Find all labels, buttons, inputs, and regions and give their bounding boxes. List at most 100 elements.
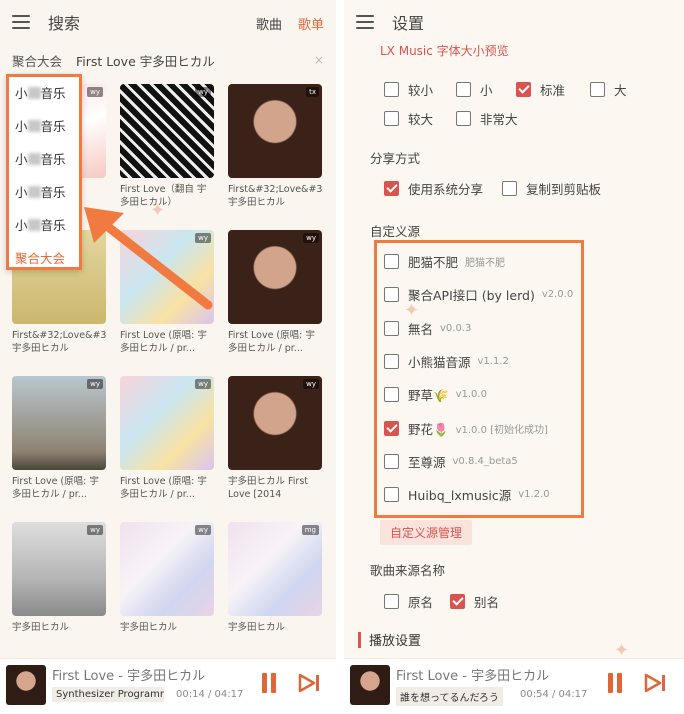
source-version: 肥猫不肥 — [465, 258, 506, 269]
playlist-cover[interactable]: wy — [120, 376, 214, 470]
playlist-title: First Love (原唱: 宇多田ヒカル / pr... — [228, 330, 315, 354]
clear-icon[interactable]: × — [314, 53, 324, 67]
manage-sources-button[interactable]: 自定义源管理 — [380, 520, 473, 545]
checkbox[interactable] — [384, 111, 399, 126]
next-track-icon[interactable] — [298, 673, 322, 693]
checkbox[interactable] — [384, 353, 399, 369]
checkbox[interactable] — [384, 594, 399, 609]
checkbox[interactable] — [384, 254, 399, 269]
checkbox[interactable] — [384, 387, 399, 403]
playlist-cover[interactable]: mg — [228, 522, 322, 616]
custom-source-item[interactable]: 小熊猫音源 v1.1.2 — [384, 352, 509, 371]
album-art[interactable] — [350, 665, 390, 705]
checkbox[interactable] — [590, 82, 605, 97]
custom-source-item[interactable]: 野草🌾 v1.0.0 — [384, 385, 487, 404]
playlist-cover[interactable]: tx — [228, 84, 322, 178]
playlist-card[interactable]: wy First Love (原唱: 宇多田ヒカル / pr... — [120, 376, 214, 502]
checkbox-checked[interactable] — [384, 181, 399, 196]
playlist-card[interactable]: tx First&#32;Love&#32;宇多田ヒカル — [228, 84, 322, 210]
source-version: v0.8.4_beta5 — [452, 455, 518, 467]
font-size-option[interactable]: 大 — [590, 80, 627, 99]
checkbox[interactable] — [384, 287, 399, 303]
playlist-card[interactable]: wy First Love (原唱: 宇多田ヒカル / pr... — [228, 230, 322, 356]
source-name-option[interactable]: 别名 — [450, 592, 499, 611]
source-option-suffix: 音乐 — [40, 185, 66, 200]
custom-source-item[interactable]: 至尊源 v0.8.4_beta5 — [384, 452, 518, 471]
custom-source-item[interactable]: 聚合API接口 (by lerd) v2.0.0 — [384, 285, 573, 304]
source-option[interactable]: 聚合大会 — [9, 242, 79, 275]
playlist-title: 宇多田ヒカル — [228, 622, 286, 633]
playback-time: 00:14 / 04:17 — [176, 689, 244, 700]
checkbox[interactable] — [384, 82, 399, 97]
source-version: v1.0.0 — [455, 389, 487, 401]
custom-source-item[interactable]: 野花🌷 v1.0.0 [初始化成功] — [384, 419, 548, 438]
font-size-option[interactable]: 小 — [456, 80, 493, 99]
playlist-cover[interactable]: wy — [12, 376, 106, 470]
source-option-suffix: 音乐 — [40, 119, 66, 134]
menu-icon[interactable] — [12, 15, 30, 29]
checkbox-checked[interactable] — [516, 82, 531, 97]
playlist-cover[interactable]: wy — [120, 84, 214, 178]
checkbox[interactable] — [384, 453, 399, 469]
checkbox[interactable] — [456, 111, 471, 126]
source-option-suffix: 音乐 — [40, 152, 66, 167]
playlist-card[interactable]: wy First Love (原唱: 宇多田ヒカル / pr... — [12, 376, 106, 502]
redacted-mark — [27, 186, 41, 198]
checkbox[interactable] — [384, 320, 399, 336]
tab-playlists[interactable]: 歌单 — [298, 14, 324, 33]
playlist-card[interactable]: wy 宇多田ヒカル — [120, 522, 214, 648]
player-bar[interactable]: First Love - 宇多田ヒカル 誰を想ってるんだろう 00:54 / 0… — [344, 658, 684, 714]
player-bar[interactable]: First Love - 宇多田ヒカル Synthesizer Programm… — [0, 658, 336, 714]
pause-button[interactable] — [260, 673, 278, 693]
source-option[interactable]: 小音乐 — [9, 77, 79, 110]
source-selector[interactable]: 聚合大会 — [12, 51, 62, 70]
playlist-title: First Love (原唱: 宇多田ヒカル / pr... — [12, 476, 99, 500]
next-track-icon[interactable] — [644, 673, 668, 693]
now-playing-title: First Love - 宇多田ヒカル — [396, 669, 550, 684]
playlist-cover[interactable]: wy — [228, 376, 322, 470]
checkbox[interactable] — [502, 181, 517, 196]
font-size-option[interactable]: 较大 — [384, 109, 433, 128]
playlist-card[interactable]: wy First Love（翻自 宇多田ヒカル） — [120, 84, 214, 210]
checkbox[interactable] — [456, 82, 471, 97]
checkbox[interactable] — [384, 487, 399, 503]
playlist-card[interactable]: mg 宇多田ヒカル — [228, 522, 322, 648]
source-badge: tx — [306, 87, 319, 97]
source-option[interactable]: 小音乐 — [9, 209, 79, 242]
playlist-card[interactable]: wy 宇多田ヒカル — [12, 522, 106, 648]
pause-button[interactable] — [606, 673, 624, 693]
source-name-option[interactable]: 原名 — [384, 592, 433, 611]
search-input[interactable]: First Love 宇多田ヒカル — [76, 51, 314, 70]
playlist-card[interactable]: wy 宇多田ヒカル First Love [2014 — [228, 376, 322, 502]
font-size-option-label: 大 — [614, 83, 627, 98]
tab-songs[interactable]: 歌曲 — [256, 14, 282, 33]
custom-source-item[interactable]: 無名 v0.0.3 — [384, 319, 471, 338]
album-art[interactable] — [6, 665, 46, 705]
source-option[interactable]: 小音乐 — [9, 143, 79, 176]
source-option[interactable]: 小音乐 — [9, 110, 79, 143]
source-badge: wy — [195, 379, 211, 389]
page-title: 搜索 — [48, 14, 81, 33]
playlist-title: First&#32;Love&#32;宇多田ヒカル — [228, 184, 322, 208]
playlist-cover[interactable]: wy — [120, 522, 214, 616]
playlist-cover[interactable]: wy — [228, 230, 322, 324]
font-size-option[interactable]: 较小 — [384, 80, 433, 99]
menu-icon[interactable] — [356, 15, 374, 29]
source-option[interactable]: 小音乐 — [9, 176, 79, 209]
checkbox-checked[interactable] — [450, 594, 465, 609]
source-badge: mg — [301, 525, 319, 535]
font-size-option[interactable]: 标准 — [516, 80, 565, 99]
source-version: v1.0.0 [初始化成功] — [455, 424, 548, 436]
custom-source-item[interactable]: Huibq_lxmusic源 v1.2.0 — [384, 485, 550, 504]
share-option[interactable]: 使用系统分享 — [384, 179, 483, 198]
font-size-option[interactable]: 非常大 — [456, 109, 518, 128]
now-playing-lyric: Synthesizer Programmi... — [52, 687, 164, 702]
source-version: v1.1.2 — [477, 355, 509, 367]
source-option-label: 聚合大会 — [15, 251, 66, 266]
checkbox-checked[interactable] — [384, 420, 399, 436]
section-marker — [358, 631, 361, 648]
search-screen: ✦ ✦ 搜索 歌曲 歌单 聚合大会 First Love 宇多田ヒカル × wy… — [0, 0, 336, 714]
playlist-cover[interactable]: wy — [12, 522, 106, 616]
share-option[interactable]: 复制到剪贴板 — [502, 179, 601, 198]
custom-source-item[interactable]: 肥猫不肥 肥猫不肥 — [384, 252, 505, 271]
